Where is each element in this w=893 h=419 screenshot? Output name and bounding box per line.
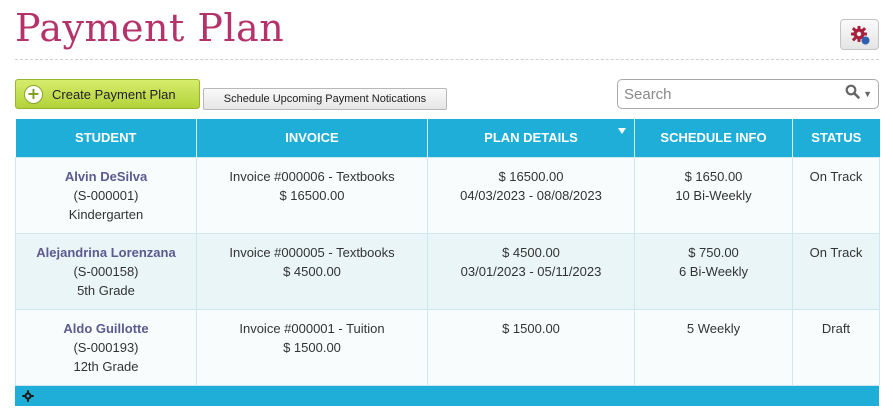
schedule-frequency: 6 Bi-Weekly <box>678 263 749 279</box>
search-options-button[interactable]: ▼ <box>845 84 872 104</box>
schedule-frequency: 5 Weekly <box>686 320 741 336</box>
invoice-title: Invoice #000006 - Textbooks <box>229 168 395 184</box>
column-header-invoice[interactable]: INVOICE <box>196 119 428 157</box>
schedule-amount: $ 1650.00 <box>684 168 743 184</box>
schedule-info-cell: 5 Weekly <box>634 308 793 386</box>
student-grade: 12th Grade <box>73 358 139 374</box>
table-row[interactable]: Alvin DeSilva (S-000001) Kindergarten In… <box>15 156 880 234</box>
table-footer-bar <box>15 386 879 406</box>
plus-circle-icon: + <box>24 84 43 104</box>
invoice-title: Invoice #000001 - Tuition <box>239 320 385 336</box>
payment-plan-table: STUDENT INVOICE PLAN DETAILS SCHEDULE IN… <box>15 119 880 386</box>
schedule-frequency: 10 Bi-Weekly <box>675 187 752 203</box>
status-text: Draft <box>821 320 851 336</box>
student-grade: Kindergarten <box>68 206 144 222</box>
student-id: (S-000001) <box>73 187 139 203</box>
column-header-student[interactable]: STUDENT <box>15 119 197 157</box>
plan-amount: $ 4500.00 <box>502 244 560 260</box>
student-cell: Alvin DeSilva (S-000001) Kindergarten <box>15 156 197 234</box>
invoice-cell: Invoice #000005 - Textbooks $ 4500.00 <box>196 232 428 310</box>
plan-details-cell: $ 1500.00 <box>427 308 635 386</box>
table-header-row: STUDENT INVOICE PLAN DETAILS SCHEDULE IN… <box>15 119 880 157</box>
status-text: On Track <box>809 168 863 184</box>
schedule-notifications-button[interactable]: Schedule Upcoming Payment Notications <box>203 88 447 110</box>
status-text: On Track <box>809 244 863 260</box>
invoice-cell: Invoice #000006 - Textbooks $ 16500.00 <box>196 156 428 234</box>
search-icon <box>845 84 860 104</box>
table-row[interactable]: Alejandrina Lorenzana (S-000158) 5th Gra… <box>15 232 880 310</box>
gear-icon <box>849 24 871 46</box>
plan-details-cell: $ 16500.00 04/03/2023 - 08/08/2023 <box>427 156 635 234</box>
status-cell: On Track <box>792 232 880 310</box>
column-header-schedule-info[interactable]: SCHEDULE INFO <box>634 119 793 157</box>
plan-amount: $ 16500.00 <box>498 168 564 184</box>
student-id: (S-000158) <box>73 263 139 279</box>
invoice-amount: $ 16500.00 <box>279 187 345 203</box>
schedule-info-cell: $ 750.00 6 Bi-Weekly <box>634 232 793 310</box>
create-payment-plan-label: Create Payment Plan <box>52 86 176 102</box>
plan-amount: $ 1500.00 <box>502 320 560 336</box>
search-box: ▼ <box>617 79 879 109</box>
student-cell: Alejandrina Lorenzana (S-000158) 5th Gra… <box>15 232 197 310</box>
settings-button[interactable] <box>840 19 879 50</box>
plan-dates: 04/03/2023 - 08/08/2023 <box>460 187 602 203</box>
plan-details-cell: $ 4500.00 03/01/2023 - 05/11/2023 <box>427 232 635 310</box>
sort-down-icon <box>618 128 626 134</box>
invoice-title: Invoice #000005 - Textbooks <box>229 244 395 260</box>
page-title: Payment Plan <box>15 6 285 50</box>
gear-icon[interactable] <box>22 390 34 402</box>
schedule-info-cell: $ 1650.00 10 Bi-Weekly <box>634 156 793 234</box>
invoice-cell: Invoice #000001 - Tuition $ 1500.00 <box>196 308 428 386</box>
search-input[interactable] <box>624 81 846 107</box>
schedule-amount: $ 750.00 <box>688 244 739 260</box>
status-cell: On Track <box>792 156 880 234</box>
table-row[interactable]: Aldo Guillotte (S-000193) 12th Grade Inv… <box>15 308 880 386</box>
column-header-plan-details[interactable]: PLAN DETAILS <box>427 119 635 157</box>
student-id: (S-000193) <box>73 339 139 355</box>
student-name-link[interactable]: Alejandrina Lorenzana <box>16 243 196 262</box>
invoice-amount: $ 4500.00 <box>283 263 341 279</box>
student-name-link[interactable]: Aldo Guillotte <box>16 319 196 338</box>
create-payment-plan-button[interactable]: + Create Payment Plan <box>15 79 200 109</box>
column-header-plan-details-label: PLAN DETAILS <box>484 130 578 146</box>
student-name-link[interactable]: Alvin DeSilva <box>16 167 196 186</box>
student-grade: 5th Grade <box>77 282 135 298</box>
column-header-status[interactable]: STATUS <box>792 119 880 157</box>
plan-dates: 03/01/2023 - 05/11/2023 <box>460 263 602 279</box>
student-cell: Aldo Guillotte (S-000193) 12th Grade <box>15 308 197 386</box>
status-cell: Draft <box>792 308 880 386</box>
chevron-down-icon: ▼ <box>863 89 872 99</box>
invoice-amount: $ 1500.00 <box>283 339 341 355</box>
title-divider <box>15 59 879 60</box>
